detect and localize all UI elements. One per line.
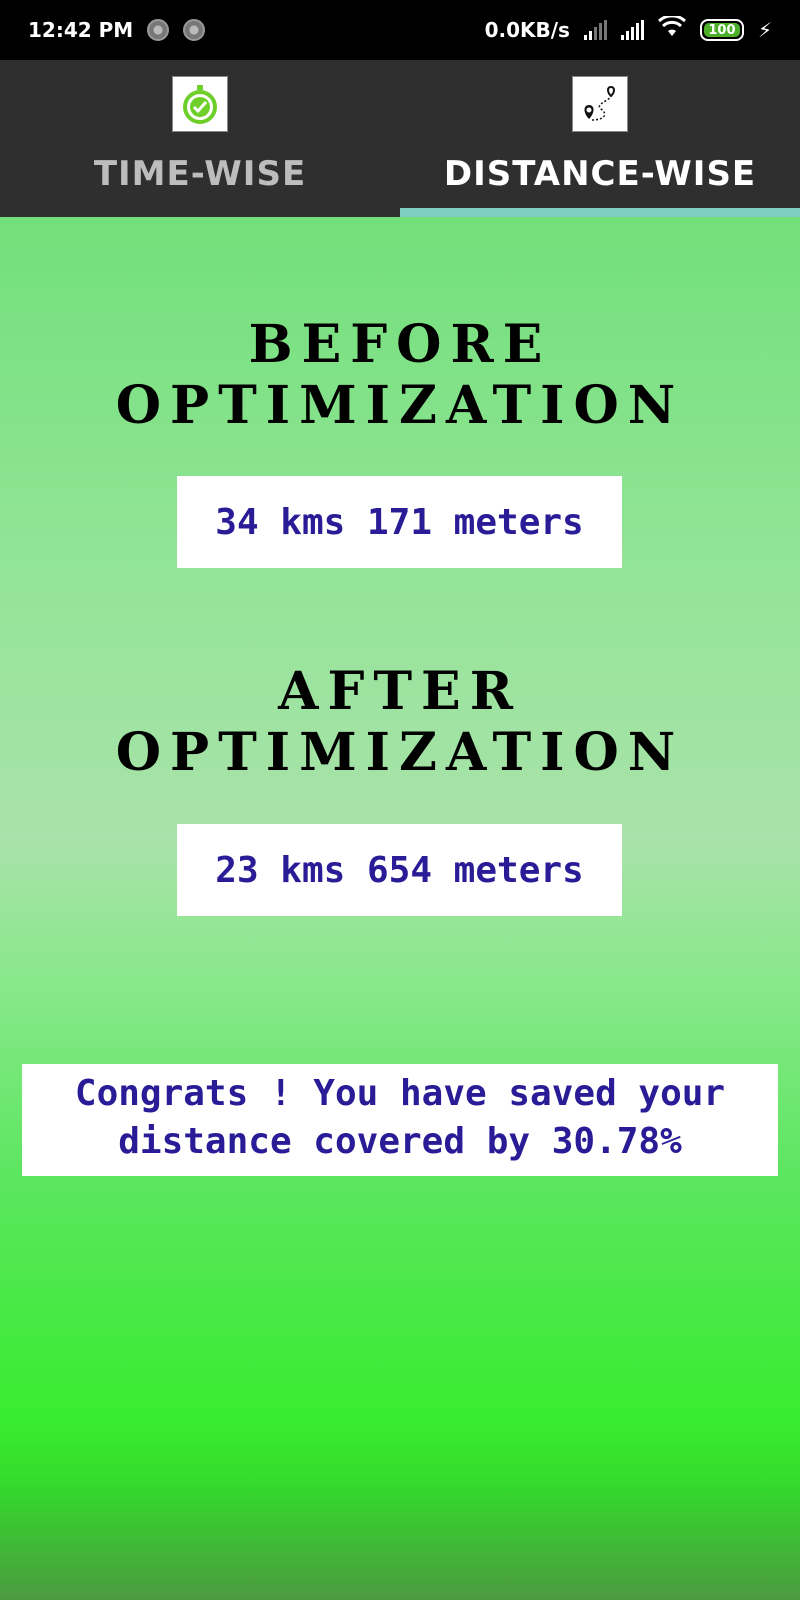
wifi-icon: [657, 14, 686, 44]
status-right: 0.0KB/s 100 ⚡: [484, 14, 772, 44]
notification-icon: [147, 19, 170, 41]
tab-label: TIME-WISE: [93, 154, 307, 194]
stopwatch-check-icon: [172, 76, 228, 132]
status-left: 12:42 PM: [28, 18, 206, 42]
tab-label: DISTANCE-WISE: [443, 154, 757, 194]
tab-time-wise[interactable]: TIME-WISE: [0, 60, 400, 217]
status-time: 12:42 PM: [28, 18, 134, 42]
active-tab-indicator: [400, 208, 800, 217]
status-bar: 12:42 PM 0.0KB/s 100 ⚡: [0, 0, 800, 60]
after-optimization-heading: AFTER OPTIMIZATION: [115, 661, 685, 783]
before-distance-value: 34 kms 171 meters: [177, 476, 622, 568]
after-distance-value: 23 kms 654 meters: [177, 824, 622, 916]
savings-message: Congrats ! You have saved your distance …: [22, 1064, 778, 1176]
battery-level: 100: [703, 23, 740, 38]
battery-icon: 100: [699, 19, 744, 41]
signal-icon: [620, 20, 644, 40]
route-map-pin-icon: [572, 76, 628, 132]
before-optimization-heading: BEFORE OPTIMIZATION: [115, 314, 685, 436]
network-speed: 0.0KB/s: [484, 18, 570, 42]
signal-icon: [583, 20, 607, 40]
notification-icon: [183, 19, 206, 41]
tab-bar: TIME-WISE DISTANCE-WISE: [0, 60, 800, 217]
tab-distance-wise[interactable]: DISTANCE-WISE: [400, 60, 800, 217]
main-content: BEFORE OPTIMIZATION 34 kms 171 meters AF…: [0, 217, 800, 1600]
charging-icon: ⚡: [757, 18, 772, 42]
